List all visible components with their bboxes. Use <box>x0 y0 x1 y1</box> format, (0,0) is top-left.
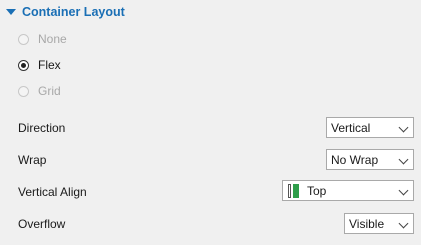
direction-select[interactable]: Vertical <box>326 117 414 138</box>
chevron-down-icon <box>398 185 409 196</box>
overflow-label: Overflow <box>18 217 66 231</box>
chevron-down-icon <box>398 122 409 133</box>
radio-none[interactable] <box>18 33 29 45</box>
radio-label-grid: Grid <box>38 84 61 98</box>
radio-label-flex: Flex <box>38 58 61 72</box>
overflow-value: Visible <box>349 216 385 231</box>
direction-label: Direction <box>18 121 66 135</box>
radio-flex[interactable] <box>18 59 29 71</box>
layout-option-none[interactable]: None <box>18 30 67 48</box>
vertical-align-select[interactable]: Top <box>282 180 414 201</box>
radio-label-none: None <box>38 32 67 46</box>
overflow-select[interactable]: Visible <box>344 213 414 234</box>
container-layout-panel: Container Layout None Flex Grid Directio… <box>0 0 421 245</box>
layout-option-grid[interactable]: Grid <box>18 82 61 100</box>
vertical-align-value: Top <box>307 183 327 198</box>
vertical-align-label: Vertical Align <box>18 185 87 199</box>
layout-option-flex[interactable]: Flex <box>18 56 61 74</box>
chevron-down-icon <box>398 154 409 165</box>
collapse-caret-icon[interactable] <box>6 9 16 15</box>
direction-value: Vertical <box>331 120 371 135</box>
chevron-down-icon <box>398 218 409 229</box>
wrap-select[interactable]: No Wrap <box>326 149 414 170</box>
align-top-icon <box>288 183 300 198</box>
wrap-label: Wrap <box>18 153 47 167</box>
section-title: Container Layout <box>22 5 125 19</box>
radio-grid[interactable] <box>18 85 29 97</box>
section-header[interactable]: Container Layout <box>4 2 125 22</box>
wrap-value: No Wrap <box>331 152 379 167</box>
